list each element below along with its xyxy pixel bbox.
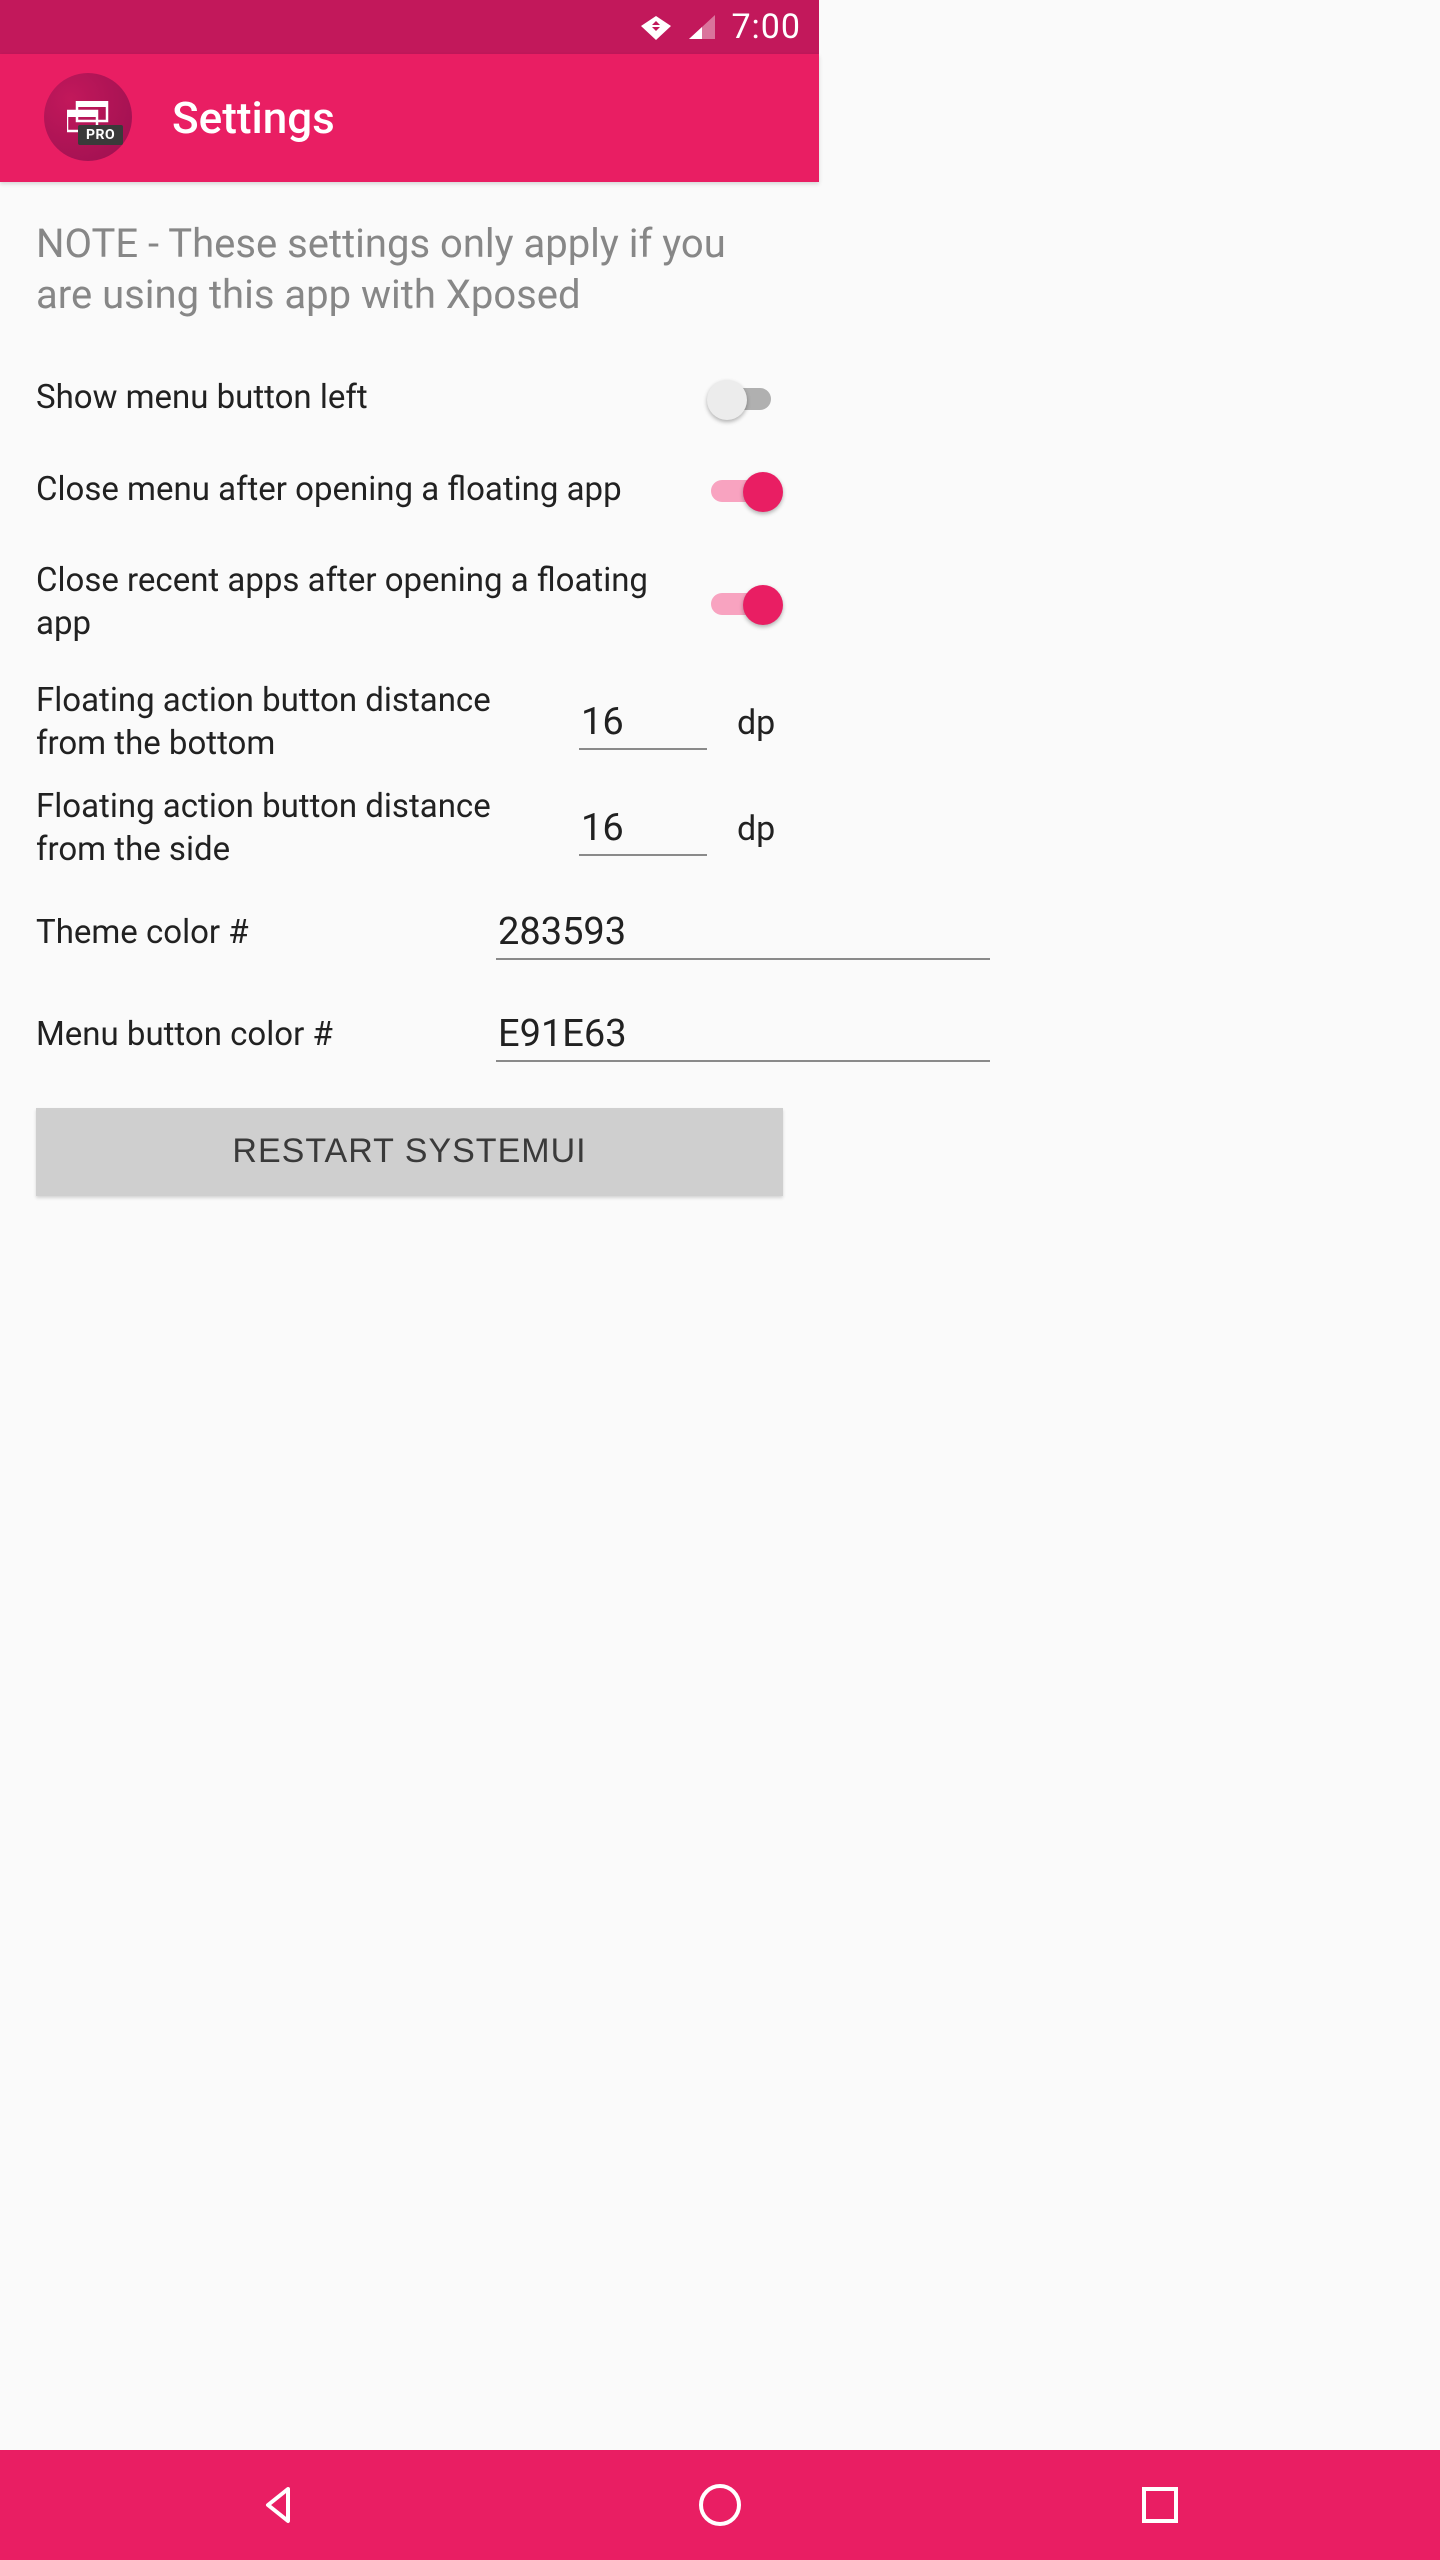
theme-color-input[interactable] bbox=[496, 906, 990, 960]
restart-systemui-button[interactable]: RESTART SYSTEMUI bbox=[36, 1108, 783, 1196]
page-title: Settings bbox=[172, 92, 335, 144]
nav-back-button[interactable] bbox=[250, 2475, 310, 2535]
setting-label: Theme color # bbox=[36, 913, 466, 952]
app-icon: PRO bbox=[44, 73, 134, 163]
nav-recent-button[interactable] bbox=[1130, 2475, 1190, 2535]
switch-close-menu-after[interactable] bbox=[707, 468, 783, 512]
setting-label: Menu button color # bbox=[36, 1015, 466, 1054]
status-bar: 7:00 bbox=[0, 0, 819, 54]
setting-close-menu-after[interactable]: Close menu after opening a floating app bbox=[36, 444, 783, 536]
settings-content: NOTE - These settings only apply if you … bbox=[0, 182, 819, 1196]
setting-theme-color: Theme color # bbox=[36, 882, 783, 984]
fab-bottom-input[interactable] bbox=[579, 696, 707, 750]
setting-label: Show menu button left bbox=[36, 377, 677, 420]
setting-menu-color: Menu button color # bbox=[36, 984, 783, 1086]
status-time: 7:00 bbox=[731, 7, 801, 47]
wifi-icon bbox=[639, 13, 673, 41]
setting-fab-side: Floating action button distance from the… bbox=[36, 776, 783, 882]
unit-label: dp bbox=[737, 809, 783, 849]
navigation-bar bbox=[0, 2450, 1440, 2560]
menu-color-input[interactable] bbox=[496, 1008, 990, 1062]
nav-home-button[interactable] bbox=[690, 2475, 750, 2535]
switch-close-recent-after[interactable] bbox=[707, 581, 783, 625]
setting-show-menu-left[interactable]: Show menu button left bbox=[36, 352, 783, 444]
setting-label: Close menu after opening a floating app bbox=[36, 469, 677, 512]
setting-label: Floating action button distance from the… bbox=[36, 786, 549, 872]
recent-apps-icon bbox=[1140, 2485, 1180, 2525]
setting-fab-bottom: Floating action button distance from the… bbox=[36, 670, 783, 776]
app-bar: PRO Settings bbox=[0, 54, 819, 182]
cell-signal-icon bbox=[687, 13, 717, 41]
fab-side-input[interactable] bbox=[579, 802, 707, 856]
unit-label: dp bbox=[737, 703, 783, 743]
setting-label: Floating action button distance from the… bbox=[36, 680, 549, 766]
pro-badge: PRO bbox=[78, 125, 123, 145]
back-icon bbox=[258, 2483, 302, 2527]
home-icon bbox=[697, 2482, 743, 2528]
setting-close-recent-after[interactable]: Close recent apps after opening a floati… bbox=[36, 536, 783, 670]
settings-note: NOTE - These settings only apply if you … bbox=[36, 218, 783, 320]
setting-label: Close recent apps after opening a floati… bbox=[36, 560, 677, 646]
switch-show-menu-left[interactable] bbox=[707, 376, 783, 420]
